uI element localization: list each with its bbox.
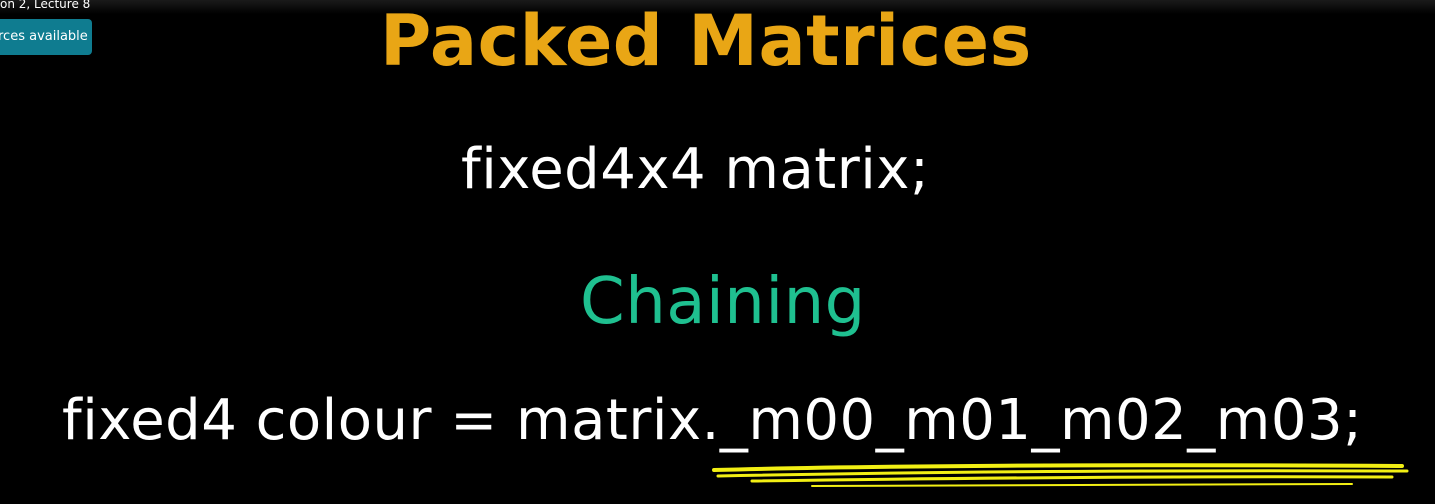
code-line-chaining: fixed4 colour = matrix._m00_m01_m02_m03; [62,388,1363,453]
resources-button-label: rces available [0,29,88,44]
highlight-underline-stroke [712,463,1409,487]
resources-available-button[interactable]: rces available [0,19,92,55]
code-line-declaration: fixed4x4 matrix; [461,137,930,202]
video-player[interactable]: on 2, Lecture 8 rces available Packed Ma… [0,0,1435,504]
slide-subheading: Chaining [580,265,866,339]
slide-title: Packed Matrices [380,0,1032,82]
lecture-label: on 2, Lecture 8 [0,0,91,11]
